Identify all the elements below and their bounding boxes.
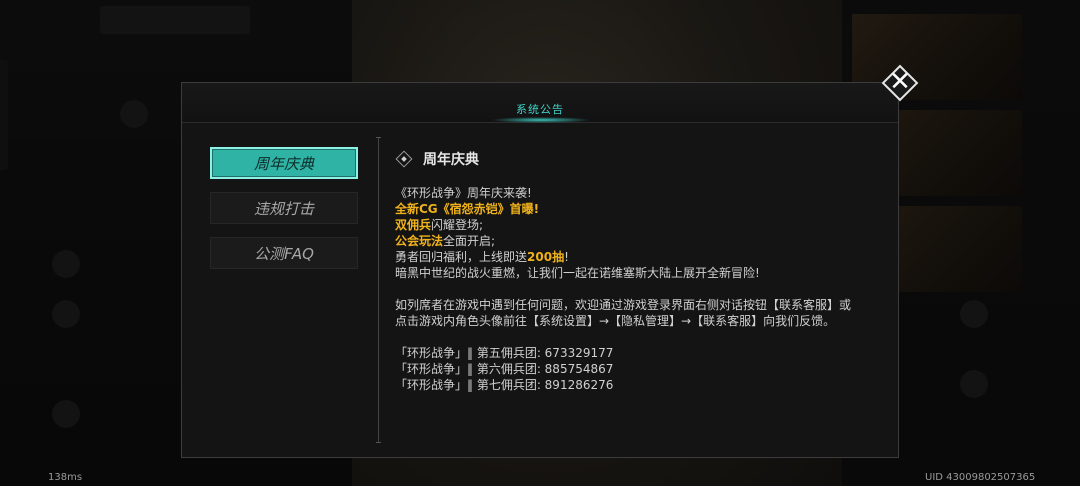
body-line: 勇者回归福利，上线即送200抽!: [395, 249, 875, 265]
support-paragraph: 如列席者在游戏中遇到任何问题，欢迎通过游戏登录界面右侧对话按钮【联系客服】或点击…: [395, 298, 852, 328]
heading-text: 周年庆典: [423, 152, 479, 168]
body-line: 暗黑中世纪的战火重燃，让我们一起在诺维塞斯大陆上展开全新冒险!: [395, 266, 760, 280]
body-line: 双佣兵闪耀登场;: [395, 217, 875, 233]
highlight-text: 双佣兵: [395, 218, 432, 232]
tab-list: 周年庆典 违规打击 公测FAQ: [210, 147, 358, 282]
body-line: 《环形战争》周年庆来袭!: [395, 186, 532, 200]
highlight-text: 公会玩法: [395, 234, 444, 248]
body-text: 全面开启;: [443, 234, 496, 248]
tab-label: 公测FAQ: [254, 244, 314, 263]
close-button[interactable]: ✕: [879, 62, 921, 104]
tab-anniversary[interactable]: 周年庆典: [210, 147, 358, 179]
announcement-content: 周年庆典 《环形战争》周年庆来袭! 全新CG《宿怨赤铠》首曝! 双佣兵闪耀登场;…: [395, 147, 875, 393]
diamond-bullet-icon: [395, 150, 413, 168]
announcement-body: 《环形战争》周年庆来袭! 全新CG《宿怨赤铠》首曝! 双佣兵闪耀登场; 公会玩法…: [395, 185, 875, 393]
body-line: 公会玩法全面开启;: [395, 233, 875, 249]
user-id: UID 43009802507365: [925, 472, 1036, 483]
tab-label: 违规打击: [253, 199, 314, 218]
close-icon: ✕: [889, 67, 911, 97]
vertical-divider: [376, 137, 381, 443]
highlight-text: 200抽: [527, 250, 565, 264]
dialog-title: 系统公告: [516, 103, 564, 116]
tab-label: 周年庆典: [253, 154, 314, 173]
title-underline-glow: [491, 117, 591, 123]
body-text: 勇者回归福利，上线即送: [395, 250, 528, 264]
dialog-header: 系统公告: [182, 83, 898, 123]
body-text: !: [564, 250, 569, 264]
group-line: 「环形战争」‖ 第六佣兵团: 885754867: [395, 362, 614, 376]
content-heading: 周年庆典: [395, 147, 875, 171]
announcement-dialog: 系统公告 周年庆典 违规打击 公测FAQ 周年庆典 《环形战争》周年庆来袭! 全…: [181, 82, 899, 458]
body-text: 闪耀登场;: [431, 218, 484, 232]
body-line-highlight: 全新CG《宿怨赤铠》首曝!: [395, 202, 540, 216]
group-line: 「环形战争」‖ 第五佣兵团: 673329177: [395, 346, 614, 360]
group-line: 「环形战争」‖ 第七佣兵团: 891286276: [395, 378, 614, 392]
tab-violations[interactable]: 违规打击: [210, 192, 358, 224]
tab-faq[interactable]: 公测FAQ: [210, 237, 358, 269]
ping-readout: 138ms: [48, 472, 83, 483]
